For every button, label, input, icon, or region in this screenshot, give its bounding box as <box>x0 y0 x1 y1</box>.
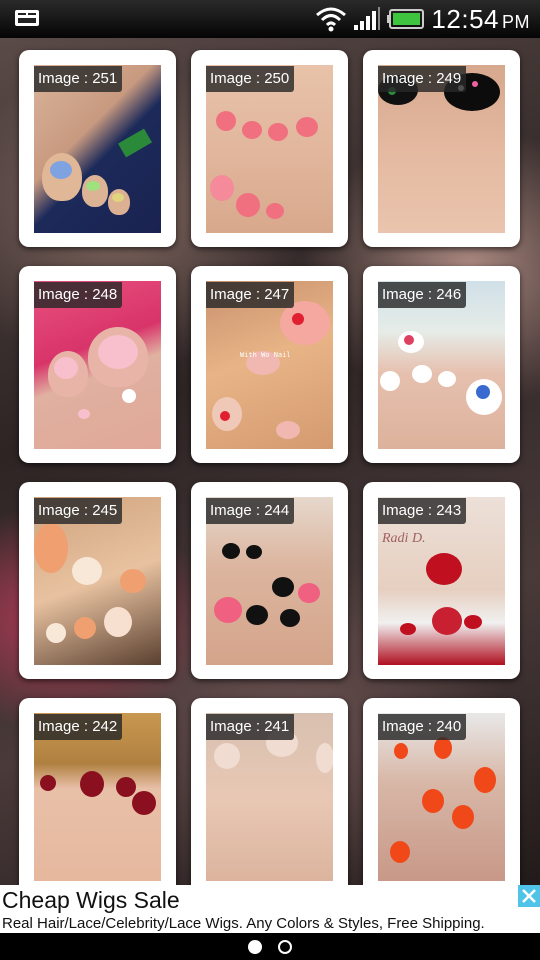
signal-icon <box>354 7 381 30</box>
image-number-label: Image : 246 <box>378 282 467 308</box>
image-number-label: Image : 248 <box>34 282 123 308</box>
ad-choices-icon[interactable] <box>518 885 540 907</box>
image-number-label: Image : 244 <box>206 498 295 524</box>
wifi-icon <box>316 7 347 32</box>
page-dot-inactive[interactable] <box>278 939 292 954</box>
clock: 12:54 PM <box>431 3 530 34</box>
gallery-item[interactable]: Image : 248 <box>19 266 176 463</box>
gallery-item[interactable]: Image : 240 <box>363 698 520 885</box>
image-number-label: Image : 247 <box>206 282 295 308</box>
gallery-item[interactable]: Radi D. Image : 243 <box>363 482 520 679</box>
image-number-label: Image : 240 <box>378 714 467 740</box>
photo-watermark: With Wo Nail <box>240 351 291 359</box>
page-indicator <box>0 933 540 960</box>
image-number-label: Image : 245 <box>34 498 123 524</box>
status-bar: 12:54 PM <box>0 0 540 38</box>
ad-banner[interactable]: Cheap Wigs Sale Real Hair/Lace/Celebrity… <box>0 885 540 933</box>
gallery-item[interactable]: With Wo Nail Image : 247 <box>191 266 348 463</box>
ad-title[interactable]: Cheap Wigs Sale <box>2 887 180 914</box>
image-number-label: Image : 250 <box>206 66 295 92</box>
image-number-label: Image : 249 <box>378 66 467 92</box>
gallery-item[interactable]: Image : 244 <box>191 482 348 679</box>
gallery-item[interactable]: Image : 242 <box>19 698 176 885</box>
gallery-item[interactable]: Image : 251 <box>19 50 176 247</box>
gallery-item[interactable]: Image : 249 <box>363 50 520 247</box>
image-number-label: Image : 241 <box>206 714 295 740</box>
gallery-item[interactable]: Image : 246 <box>363 266 520 463</box>
page-dot-active[interactable] <box>248 939 262 954</box>
photo-watermark: Radi D. <box>382 531 426 546</box>
image-grid: Image : 251 Image : 250 Image : 249 Imag… <box>0 38 540 885</box>
gallery-item[interactable]: Image : 250 <box>191 50 348 247</box>
sd-card-icon <box>15 10 39 26</box>
image-number-label: Image : 251 <box>34 66 123 92</box>
gallery-item[interactable]: Image : 245 <box>19 482 176 679</box>
image-number-label: Image : 242 <box>34 714 123 740</box>
gallery-item[interactable]: Image : 241 <box>191 698 348 885</box>
image-number-label: Image : 243 <box>378 498 467 524</box>
battery-icon <box>387 9 425 29</box>
ad-description[interactable]: Real Hair/Lace/Celebrity/Lace Wigs. Any … <box>2 915 485 932</box>
